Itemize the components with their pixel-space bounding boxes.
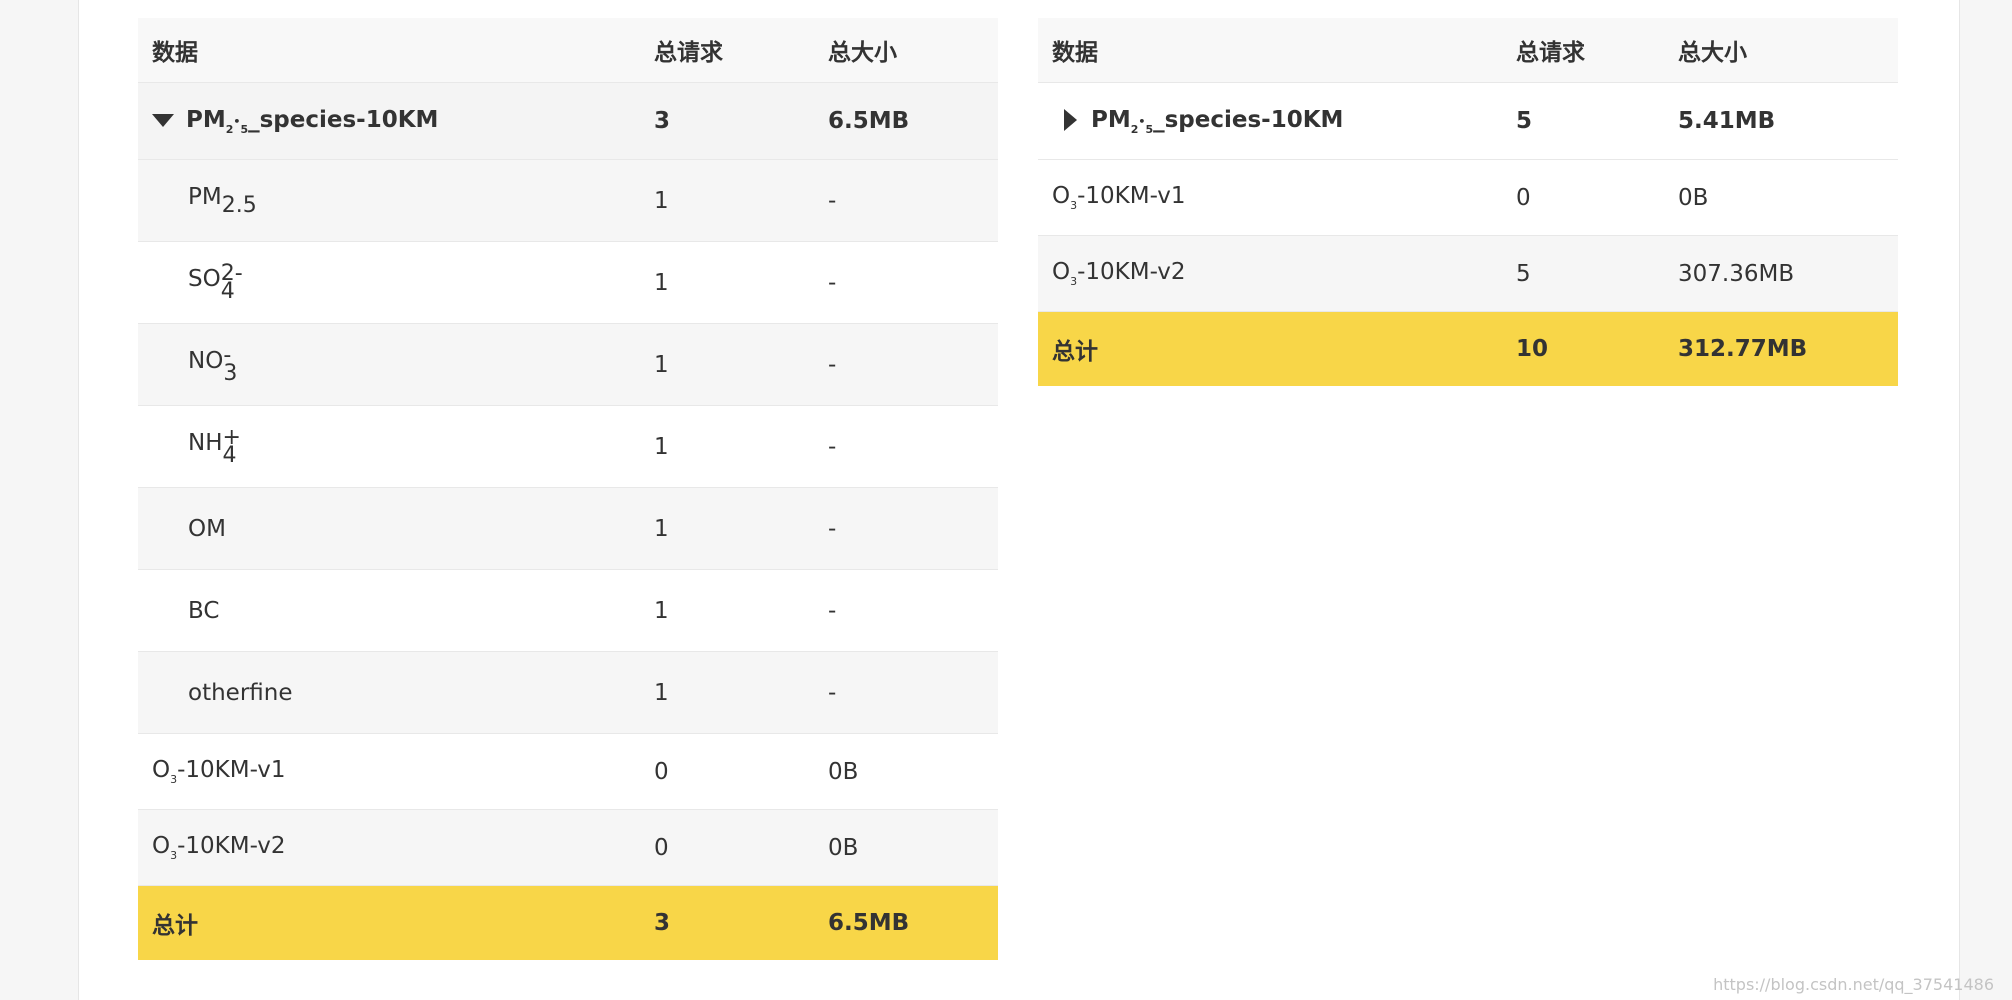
watermark-text: https://blog.csdn.net/qq_37541486 xyxy=(1713,975,1994,994)
child-size: - xyxy=(824,159,998,242)
row-name: O3-10KM-v1 xyxy=(1038,159,1516,236)
group-size: 5.41MB xyxy=(1674,82,1898,160)
group-row-pm25-species[interactable]: PM2•5_species-10KM 5 5.41MB xyxy=(1038,82,1898,160)
left-data-table: 数据 总请求 总大小 PM2•5_species-10KM 3 6.5MB PM… xyxy=(138,18,998,960)
row-name: O3-10KM-v2 xyxy=(138,809,654,886)
group-requests: 5 xyxy=(1516,82,1674,160)
child-row-otherfine[interactable]: otherfine 1 - xyxy=(138,651,998,734)
child-size: - xyxy=(824,569,998,652)
child-requests: 1 xyxy=(654,651,824,734)
child-row-bc[interactable]: BC 1 - xyxy=(138,569,998,652)
table-header-row: 数据 总请求 总大小 xyxy=(1038,18,1898,83)
child-row-nh4[interactable]: NH +4 1 - xyxy=(138,405,998,488)
child-row-no3[interactable]: NO -3 1 - xyxy=(138,323,998,406)
row-size: 0B xyxy=(1674,159,1898,236)
child-row-so4[interactable]: SO 2- 4 1 - xyxy=(138,241,998,324)
total-size: 6.5MB xyxy=(824,885,998,960)
child-size: - xyxy=(824,323,998,406)
table-row-o3-v1[interactable]: O3-10KM-v1 0 0B xyxy=(1038,159,1898,236)
total-size: 312.77MB xyxy=(1674,311,1898,386)
row-size: 0B xyxy=(824,733,998,810)
column-header-size[interactable]: 总大小 xyxy=(824,18,998,83)
child-requests: 1 xyxy=(654,569,824,652)
right-data-table: 数据 总请求 总大小 PM2•5_species-10KM 5 5.41MB O… xyxy=(1038,18,1898,386)
child-name: NO -3 xyxy=(138,323,654,406)
caret-right-icon[interactable] xyxy=(1064,109,1077,131)
child-name: PM2.5 xyxy=(138,159,654,242)
column-header-size[interactable]: 总大小 xyxy=(1674,18,1898,83)
total-requests: 10 xyxy=(1516,311,1674,386)
child-requests: 1 xyxy=(654,159,824,242)
row-name: O3-10KM-v1 xyxy=(138,733,654,810)
child-size: - xyxy=(824,405,998,488)
child-name: BC xyxy=(138,569,654,652)
child-name: otherfine xyxy=(138,651,654,734)
child-requests: 1 xyxy=(654,323,824,406)
child-name: OM xyxy=(138,487,654,570)
group-name-cell[interactable]: PM2•5_species-10KM xyxy=(1038,82,1516,160)
total-requests: 3 xyxy=(654,885,824,960)
row-size: 307.36MB xyxy=(1674,235,1898,312)
column-header-requests[interactable]: 总请求 xyxy=(1516,18,1674,83)
total-label: 总计 xyxy=(138,885,654,960)
group-requests: 3 xyxy=(654,82,824,160)
group-row-pm25-species[interactable]: PM2•5_species-10KM 3 6.5MB xyxy=(138,82,998,160)
column-header-data[interactable]: 数据 xyxy=(1038,18,1516,83)
row-requests: 0 xyxy=(1516,159,1674,236)
child-row-pm25[interactable]: PM2.5 1 - xyxy=(138,159,998,242)
child-size: - xyxy=(824,487,998,570)
column-header-requests[interactable]: 总请求 xyxy=(654,18,824,83)
child-requests: 1 xyxy=(654,487,824,570)
child-size: - xyxy=(824,241,998,324)
total-row: 总计 3 6.5MB xyxy=(138,885,998,960)
child-requests: 1 xyxy=(654,241,824,324)
caret-down-icon[interactable] xyxy=(152,113,174,127)
table-row-o3-v2[interactable]: O3-10KM-v2 5 307.36MB xyxy=(1038,235,1898,312)
row-requests: 0 xyxy=(654,809,824,886)
child-name: NH +4 xyxy=(138,405,654,488)
row-name: O3-10KM-v2 xyxy=(1038,235,1516,312)
child-size: - xyxy=(824,651,998,734)
table-header-row: 数据 总请求 总大小 xyxy=(138,18,998,83)
table-row-o3-v1[interactable]: O3-10KM-v1 0 0B xyxy=(138,733,998,810)
column-header-data[interactable]: 数据 xyxy=(138,18,654,83)
group-size: 6.5MB xyxy=(824,82,998,160)
row-size: 0B xyxy=(824,809,998,886)
row-requests: 5 xyxy=(1516,235,1674,312)
table-row-o3-v2[interactable]: O3-10KM-v2 0 0B xyxy=(138,809,998,886)
child-name: SO 2- 4 xyxy=(138,241,654,324)
child-row-om[interactable]: OM 1 - xyxy=(138,487,998,570)
child-requests: 1 xyxy=(654,405,824,488)
total-row: 总计 10 312.77MB xyxy=(1038,311,1898,386)
group-name-cell[interactable]: PM2•5_species-10KM xyxy=(138,82,654,160)
total-label: 总计 xyxy=(1038,311,1516,386)
row-requests: 0 xyxy=(654,733,824,810)
